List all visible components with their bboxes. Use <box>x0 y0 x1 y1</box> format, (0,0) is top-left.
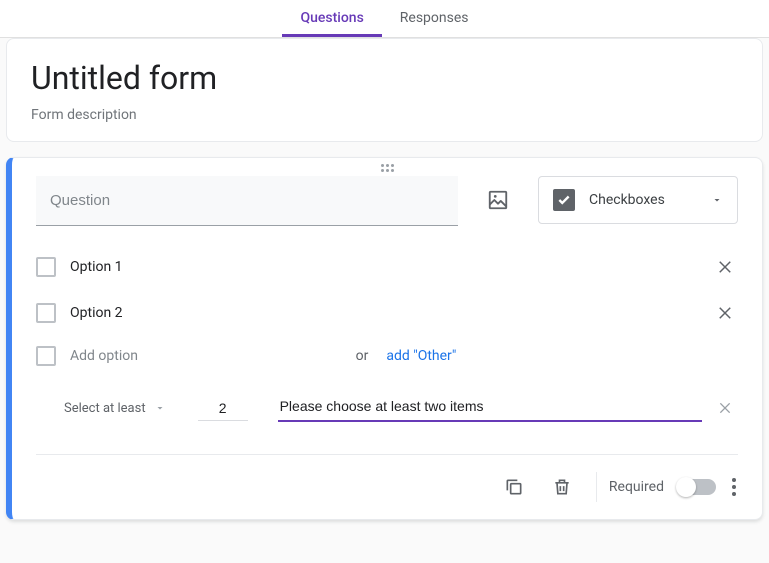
required-label: Required <box>609 479 664 495</box>
duplicate-icon <box>504 477 524 497</box>
or-text: or <box>356 348 369 364</box>
question-type-select[interactable]: Checkboxes <box>538 176 738 224</box>
question-type-label: Checkboxes <box>589 192 697 208</box>
checkbox-icon <box>36 303 56 323</box>
duplicate-button[interactable] <box>492 465 536 509</box>
close-icon <box>717 400 733 416</box>
validation-message-input[interactable] <box>278 394 702 422</box>
divider <box>596 472 597 502</box>
options-list: Option 1 Option 2 Add option or add "Oth… <box>12 244 762 376</box>
tab-questions[interactable]: Questions <box>282 0 381 37</box>
card-footer: Required <box>12 455 762 519</box>
checkbox-icon <box>36 346 56 366</box>
form-description[interactable]: Form description <box>31 107 738 123</box>
more-menu-button[interactable] <box>720 478 748 496</box>
option-row: Option 1 <box>36 244 738 290</box>
tabs: Questions Responses <box>0 0 769 38</box>
checkbox-icon <box>36 257 56 277</box>
toggle-knob <box>676 477 696 497</box>
image-icon <box>487 189 509 211</box>
chevron-down-icon <box>154 402 166 414</box>
chevron-down-icon <box>711 194 723 206</box>
remove-validation-button[interactable] <box>712 395 738 421</box>
validation-rule-select[interactable]: Select at least <box>62 395 168 422</box>
question-input[interactable] <box>36 176 458 226</box>
required-toggle[interactable] <box>678 479 716 495</box>
drag-icon <box>377 164 397 172</box>
add-option-row: Add option or add "Other" <box>36 336 738 376</box>
add-other-button[interactable]: add "Other" <box>386 348 456 364</box>
form-header-card: Untitled form Form description <box>6 38 763 142</box>
remove-option-button[interactable] <box>712 254 738 280</box>
form-title[interactable]: Untitled form <box>31 59 738 97</box>
add-option-button[interactable]: Add option <box>70 348 338 364</box>
close-icon <box>716 258 734 276</box>
validation-rule-label: Select at least <box>64 401 146 416</box>
question-card: Checkboxes Option 1 Option 2 Add option … <box>6 157 763 520</box>
option-label[interactable]: Option 2 <box>70 305 698 321</box>
remove-option-button[interactable] <box>712 300 738 326</box>
tab-responses[interactable]: Responses <box>382 0 487 37</box>
delete-button[interactable] <box>540 465 584 509</box>
checkbox-icon <box>553 189 575 211</box>
trash-icon <box>552 477 572 497</box>
validation-row: Select at least <box>12 376 762 432</box>
option-label[interactable]: Option 1 <box>70 259 698 275</box>
drag-handle[interactable] <box>12 158 762 176</box>
close-icon <box>716 304 734 322</box>
add-image-button[interactable] <box>478 176 518 224</box>
validation-number-input[interactable] <box>198 396 248 421</box>
option-row: Option 2 <box>36 290 738 336</box>
